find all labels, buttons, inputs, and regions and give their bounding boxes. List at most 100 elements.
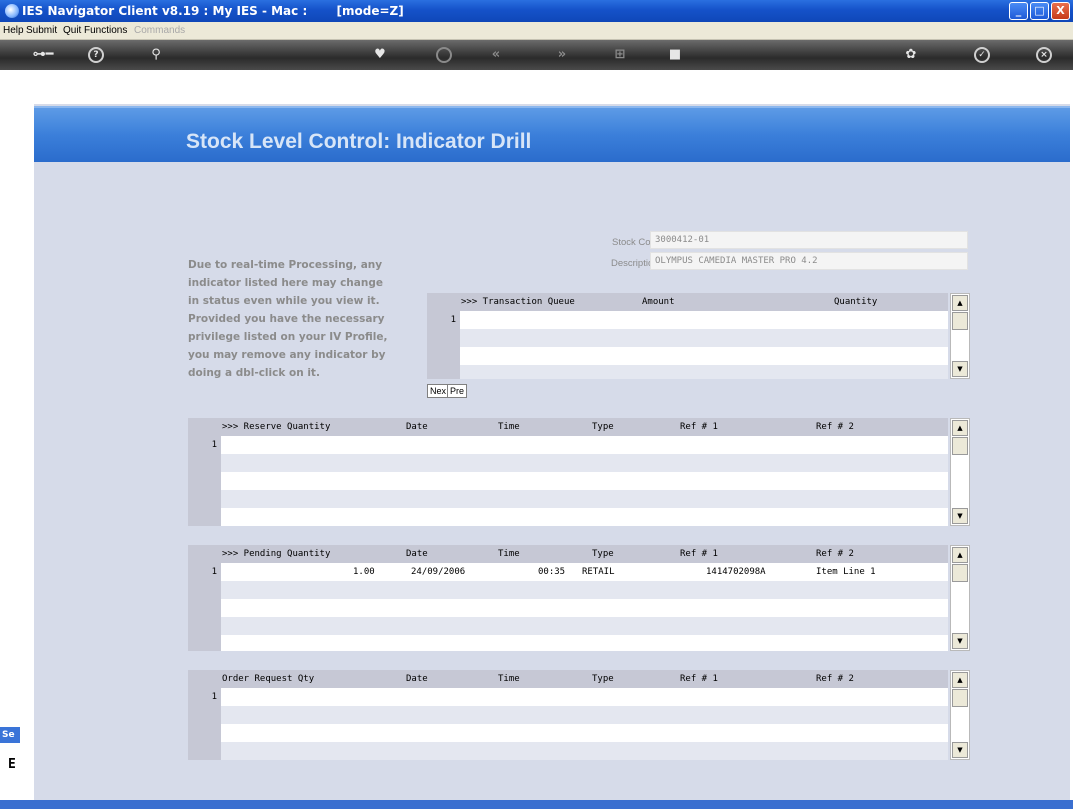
maximize-button[interactable]: □ <box>1030 2 1049 20</box>
column-header: Time <box>498 674 520 684</box>
scroll-thumb[interactable] <box>952 312 968 330</box>
stop-icon[interactable]: ■ <box>667 47 683 63</box>
row-number-column: 1 <box>188 563 221 651</box>
table-row[interactable] <box>221 472 948 490</box>
column-header: Time <box>498 422 520 432</box>
forward-icon[interactable]: » <box>554 47 570 63</box>
menu-functions[interactable]: Functions <box>84 25 127 36</box>
scroll-down-icon[interactable]: ▼ <box>952 633 968 649</box>
column-header: Quantity <box>834 297 878 307</box>
column-header: Ref # 1 <box>680 674 718 684</box>
table-row[interactable] <box>221 599 948 617</box>
column-header: Ref # 2 <box>816 422 854 432</box>
description-field[interactable]: OLYMPUS CAMEDIA MASTER PRO 4.2 <box>650 252 968 270</box>
window-title-bar[interactable]: IES Navigator Client v8.19 : My IES - Ma… <box>0 0 1073 22</box>
stock-code-field[interactable]: 3000412-01 <box>650 231 968 249</box>
table-row[interactable] <box>221 742 948 760</box>
pending-time-cell: 00:35 <box>538 567 566 577</box>
settings-icon[interactable]: ✿ <box>903 47 919 63</box>
table-row[interactable] <box>221 706 948 724</box>
help-icon[interactable]: ? <box>88 47 104 63</box>
grid-header: Order Request Qty Date Time Type Ref # 1… <box>188 670 948 688</box>
pending-ref2-cell: Item Line 1 <box>816 567 876 577</box>
key-icon[interactable]: ⊶━ <box>28 47 58 63</box>
vertical-scrollbar[interactable]: ▲ ▼ <box>950 293 970 379</box>
column-header: >>> Reserve Quantity <box>222 422 331 432</box>
scroll-up-icon[interactable]: ▲ <box>952 547 968 563</box>
table-row[interactable] <box>221 724 948 742</box>
heart-icon[interactable]: ♥ <box>372 47 388 63</box>
table-row[interactable] <box>221 508 948 526</box>
table-row[interactable] <box>460 365 948 379</box>
info-text: Due to real-time Processing, any indicat… <box>188 256 408 382</box>
close-button[interactable]: X <box>1051 2 1070 20</box>
info-line: privilege listed on your IV Profile, <box>188 331 388 343</box>
table-row[interactable] <box>221 635 948 651</box>
column-header: Time <box>498 549 520 559</box>
previous-button[interactable]: Pre <box>447 384 468 398</box>
table-row[interactable] <box>221 581 948 599</box>
column-header: >>> Transaction Queue <box>461 297 575 307</box>
search-icon[interactable]: ⚲ <box>148 47 164 63</box>
scroll-thumb[interactable] <box>952 689 968 707</box>
column-header: Ref # 2 <box>816 674 854 684</box>
table-row[interactable] <box>221 454 948 472</box>
close-icon[interactable]: × <box>1036 47 1052 63</box>
pending-type-cell: RETAIL <box>582 567 615 577</box>
vertical-scrollbar[interactable]: ▲ ▼ <box>950 670 970 760</box>
minimize-button[interactable]: _ <box>1009 2 1028 20</box>
scroll-up-icon[interactable]: ▲ <box>952 295 968 311</box>
vertical-scrollbar[interactable]: ▲ ▼ <box>950 418 970 526</box>
table-row[interactable] <box>221 617 948 635</box>
column-header: Ref # 2 <box>816 549 854 559</box>
column-header: Ref # 1 <box>680 549 718 559</box>
scroll-up-icon[interactable]: ▲ <box>952 420 968 436</box>
column-header: Type <box>592 422 614 432</box>
table-row[interactable] <box>460 347 948 365</box>
table-row[interactable] <box>460 311 948 329</box>
menu-help[interactable]: Help <box>3 25 24 36</box>
table-row[interactable] <box>221 688 948 706</box>
row-number: 1 <box>211 440 217 450</box>
scroll-down-icon[interactable]: ▼ <box>952 361 968 377</box>
scroll-down-icon[interactable]: ▼ <box>952 508 968 524</box>
rewind-icon[interactable]: « <box>488 47 504 63</box>
scroll-up-icon[interactable]: ▲ <box>952 672 968 688</box>
menu-submit[interactable]: Submit <box>26 25 57 36</box>
vertical-scrollbar[interactable]: ▲ ▼ <box>950 545 970 651</box>
row-number-column: 1 <box>188 688 221 760</box>
menu-quit[interactable]: Quit <box>63 25 81 36</box>
scroll-down-icon[interactable]: ▼ <box>952 742 968 758</box>
check-icon[interactable]: ✓ <box>974 47 990 63</box>
window-title: IES Navigator Client v8.19 : My IES - Ma… <box>22 4 404 18</box>
row-number-column: 1 <box>188 436 221 526</box>
scroll-thumb[interactable] <box>952 564 968 582</box>
clock-icon[interactable] <box>436 47 452 63</box>
side-tab[interactable]: Se <box>0 727 20 743</box>
grid-header: >>> Transaction Queue Amount Quantity <box>427 293 948 311</box>
table-row[interactable]: 1.00 24/09/2006 00:35 RETAIL 1414702098A… <box>221 563 948 581</box>
scroll-thumb[interactable] <box>952 437 968 455</box>
table-row[interactable] <box>221 490 948 508</box>
side-box[interactable]: E <box>4 748 24 788</box>
column-header: Type <box>592 549 614 559</box>
info-line: indicator listed here may change <box>188 277 383 289</box>
pending-date-cell: 24/09/2006 <box>411 567 466 577</box>
bottom-border <box>0 800 1073 809</box>
grid-header: >>> Pending Quantity Date Time Type Ref … <box>188 545 948 563</box>
toolbar: ⊶━ ? ⚲ ♥ « » ⊞ ■ ✿ ✓ × <box>0 40 1073 70</box>
page-title: Stock Level Control: Indicator Drill <box>186 130 532 153</box>
table-row[interactable] <box>221 436 948 454</box>
tree-icon[interactable]: ⊞ <box>612 47 628 63</box>
table-row[interactable] <box>460 329 948 347</box>
column-header: Date <box>406 422 428 432</box>
menu-commands: Commands <box>134 25 186 36</box>
info-line: in status even while you view it. <box>188 295 380 307</box>
pending-quantity-grid: >>> Pending Quantity Date Time Type Ref … <box>188 545 972 651</box>
info-line: doing a dbl-click on it. <box>188 367 320 379</box>
next-button[interactable]: Nex <box>427 384 450 398</box>
app-icon <box>5 4 19 18</box>
menu-bar: Help Submit Quit Functions Commands <box>0 22 1073 40</box>
page-banner: Stock Level Control: Indicator Drill <box>34 106 1070 162</box>
transaction-queue-grid: >>> Transaction Queue Amount Quantity 1 … <box>427 293 972 379</box>
